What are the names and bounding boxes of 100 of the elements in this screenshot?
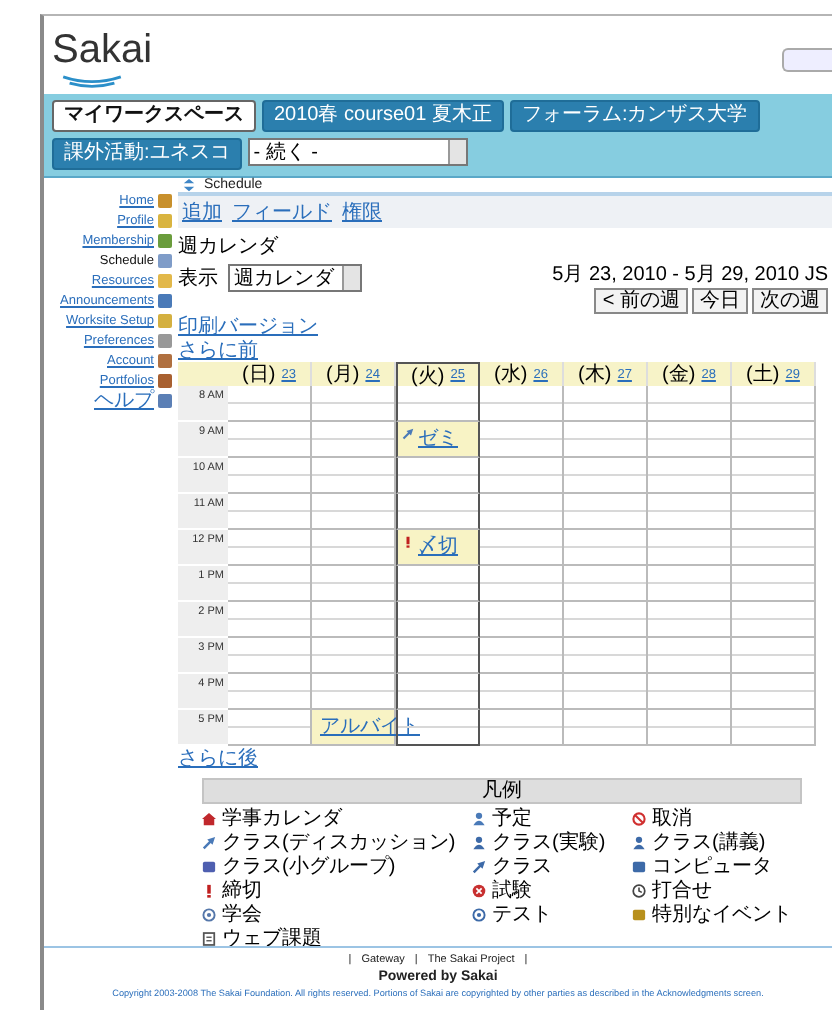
- calendar-cell: [228, 386, 312, 423]
- calendar-cell: [732, 458, 816, 495]
- person-icon: [472, 835, 486, 850]
- legend-label: 予定: [492, 805, 532, 833]
- event-link[interactable]: 〆切: [418, 532, 458, 561]
- calendar-cell: [732, 566, 816, 603]
- legend-label: 学事カレンダ: [222, 805, 342, 833]
- calendar-cell: [564, 638, 648, 675]
- action-link[interactable]: 権限: [342, 198, 382, 227]
- calendar-cell: [564, 710, 648, 747]
- logo-text: Sakai: [52, 28, 153, 72]
- tile-icon: [632, 859, 646, 874]
- calendar-cell: [312, 638, 396, 675]
- calendar-cell: [228, 674, 312, 711]
- calendar-cell: [564, 674, 648, 711]
- prohibited-icon: [632, 811, 646, 826]
- calendar-cell: [480, 494, 564, 531]
- legend-label: クラス(小グループ): [222, 853, 396, 879]
- arrow-icon: [402, 428, 414, 441]
- page-icon: [202, 931, 216, 946]
- legend-label: 試験: [492, 877, 532, 905]
- calendar-cell: [648, 386, 732, 423]
- calendar-cell: [228, 494, 312, 531]
- header-button[interactable]: [782, 48, 832, 72]
- print-link[interactable]: 印刷バージョン: [178, 312, 318, 341]
- calendar-cell: [228, 422, 312, 459]
- house-icon: [202, 811, 216, 826]
- calendar-cell: [228, 566, 312, 603]
- sidebar-link[interactable]: ヘルプ: [94, 386, 154, 415]
- calendar-cell: [648, 602, 732, 639]
- arrow-icon: [202, 835, 216, 850]
- date-range: 5月 23, 2010 - 5月 29, 2010 JS: [552, 262, 828, 289]
- calendar-cell: [732, 674, 816, 711]
- calendar-cell: [564, 602, 648, 639]
- view-title: 週カレンダ: [178, 234, 281, 261]
- calendar-cell: [396, 674, 480, 711]
- calendar-cell: [648, 566, 732, 603]
- calendar-cell: [480, 530, 564, 567]
- legend-label: コンピュータ: [652, 854, 772, 879]
- week-nav-button[interactable]: < 前の週: [594, 288, 688, 315]
- legend-header: 凡例: [202, 778, 802, 805]
- ring-icon: [472, 907, 486, 922]
- cross-circle-icon: [472, 883, 486, 898]
- calendar-cell: [228, 602, 312, 639]
- legend-label: 学会: [222, 902, 262, 929]
- calendar-cell: [480, 674, 564, 711]
- calendar-cell: [564, 386, 648, 423]
- calendar-cell: [312, 530, 396, 567]
- site-tab[interactable]: マイワークスペース: [52, 100, 256, 133]
- calendar-cell: [564, 458, 648, 495]
- calendar-cell: [564, 530, 648, 567]
- ring-icon: [202, 907, 216, 922]
- calendar-cell: [228, 458, 312, 495]
- action-link[interactable]: フィールド: [232, 198, 332, 227]
- arrows-icon: [182, 178, 196, 193]
- later-link[interactable]: さらに後: [178, 744, 258, 773]
- event-link[interactable]: ゼミ: [418, 424, 458, 453]
- calendar-cell: [312, 422, 396, 459]
- clock-icon: [632, 883, 646, 898]
- header-corner: [178, 362, 228, 387]
- person-icon: [632, 835, 646, 850]
- view-label: 表示: [178, 265, 218, 293]
- legend-label: 締切: [222, 877, 262, 904]
- calendar-cell: [732, 386, 816, 423]
- calendar-cell: [480, 422, 564, 459]
- calendar-cell: [648, 422, 732, 459]
- calendar-cell: [648, 530, 732, 567]
- calendar-cell: [564, 494, 648, 531]
- calendar-cell: [648, 710, 732, 747]
- site-tab[interactable]: フォーラム:カンザス大学: [509, 100, 760, 133]
- calendar-cell: [732, 494, 816, 531]
- wave-icon: [58, 72, 126, 88]
- calendar-cell: [312, 566, 396, 603]
- week-nav-button[interactable]: 次の週: [752, 288, 828, 315]
- legend-label: 特別なイベント: [652, 901, 792, 929]
- calendar-cell: [564, 566, 648, 603]
- calendar-cell: [648, 494, 732, 531]
- legend-label: クラス(ディスカッション): [222, 830, 456, 855]
- week-nav-button[interactable]: 今日: [692, 288, 748, 315]
- calendar-cell: [312, 602, 396, 639]
- calendar-cell: [396, 638, 480, 675]
- calendar-cell: [312, 386, 396, 423]
- action-link[interactable]: 追加: [182, 198, 222, 227]
- legend-label: クラス(実験): [492, 829, 606, 857]
- site-tab[interactable]: 2010春 course01 夏木正: [262, 100, 504, 133]
- legend-label: クラス: [492, 854, 552, 879]
- legend-label: 打合せ: [652, 877, 712, 903]
- calendar-cell: [396, 602, 480, 639]
- exclamation-icon: [202, 883, 216, 898]
- calendar-cell: [732, 422, 816, 459]
- calendar-cell: [732, 710, 816, 747]
- view-select[interactable]: 週カレンダ: [228, 264, 362, 293]
- legend-label: ウェブ課題: [222, 925, 322, 953]
- site-select[interactable]: - 続く -: [247, 138, 468, 167]
- legend-label: テスト: [492, 902, 552, 929]
- tile-icon: [632, 907, 646, 922]
- earlier-link[interactable]: さらに前: [178, 336, 258, 365]
- calendar-cell: [732, 530, 816, 567]
- calendar-cell: [480, 458, 564, 495]
- site-tab[interactable]: 課外活動:ユネスコ: [52, 138, 242, 171]
